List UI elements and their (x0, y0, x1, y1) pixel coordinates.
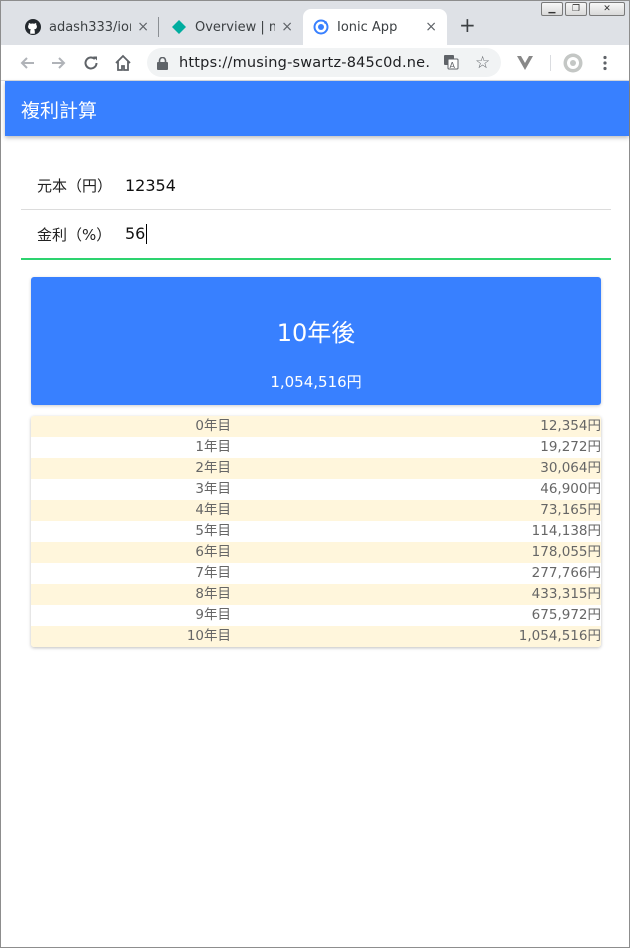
year-cell: 9年目 (195, 607, 231, 623)
new-tab-button[interactable]: + (459, 15, 476, 35)
amount-cell: 12,354円 (540, 418, 601, 434)
amount-cell: 433,315円 (531, 586, 601, 602)
year-cell: 7年目 (195, 565, 231, 581)
amount-cell: 675,972円 (531, 607, 601, 623)
table-row: 0年目 12,354円 (31, 416, 601, 437)
browser-window: ▁ ❐ ✕ adash333/ion × Overview | m × Ioni… (0, 0, 630, 948)
tab-overview[interactable]: Overview | m × (161, 9, 303, 45)
year-cell: 3年目 (195, 481, 231, 497)
year-cell: 5年目 (195, 523, 231, 539)
amount-cell: 73,165円 (540, 502, 601, 518)
tab-strip: ▁ ❐ ✕ adash333/ion × Overview | m × Ioni… (1, 1, 629, 45)
close-icon[interactable]: × (425, 19, 437, 35)
translate-icon[interactable]: A (443, 54, 459, 74)
rate-input-value: 56 (125, 223, 146, 243)
result-card: 10年後 1,054,516円 (31, 277, 601, 405)
star-icon[interactable]: ☆ (475, 53, 490, 73)
table-row: 9年目 675,972円 (31, 605, 601, 626)
year-cell: 4年目 (195, 502, 231, 518)
amount-cell: 1,054,516円 (518, 628, 601, 644)
table-row: 5年目 114,138円 (31, 521, 601, 542)
diamond-icon (171, 19, 187, 35)
year-cell: 1年目 (195, 439, 231, 455)
window-controls: ▁ ❐ ✕ (541, 2, 625, 16)
close-icon[interactable]: × (137, 19, 149, 35)
principal-label: 元本（円） (37, 176, 113, 195)
amount-cell: 19,272円 (540, 439, 601, 455)
text-caret (146, 224, 148, 245)
profile-avatar-icon[interactable] (561, 51, 585, 75)
back-icon[interactable] (15, 51, 39, 75)
tab-label: adash333/ion (49, 19, 132, 35)
github-icon (25, 19, 41, 35)
app-header: 複利計算 (5, 81, 629, 136)
url-text: https://musing-swartz-845c0d.ne… (179, 54, 431, 71)
page-title: 複利計算 (21, 100, 98, 122)
result-title: 10年後 (276, 319, 356, 347)
table-row: 1年目 19,272円 (31, 437, 601, 458)
forward-icon[interactable] (47, 51, 71, 75)
table-row: 6年目 178,055円 (31, 542, 601, 563)
amount-cell: 178,055円 (531, 544, 601, 560)
window-close-button[interactable]: ✕ (589, 2, 625, 16)
year-cell: 10年目 (186, 628, 231, 644)
year-cell: 8年目 (195, 586, 231, 602)
menu-kebab-icon[interactable] (593, 51, 617, 75)
vuejs-devtools-icon[interactable] (513, 51, 537, 75)
table-row: 4年目 73,165円 (31, 500, 601, 521)
toolbar-divider (550, 55, 551, 71)
table-row: 3年目 46,900円 (31, 479, 601, 500)
tab-separator (158, 17, 159, 37)
rate-label: 金利（%） (37, 225, 112, 244)
lock-icon (157, 56, 169, 70)
table-row: 10年目 1,054,516円 (31, 626, 601, 647)
rate-field[interactable]: 金利（%） 56 (21, 210, 611, 260)
yearly-table: 0年目 12,354円 1年目 19,272円 2年目 30,064円 3年目 46,9… (31, 416, 601, 647)
year-cell: 0年目 (195, 418, 231, 434)
amount-cell: 46,900円 (540, 481, 601, 497)
amount-cell: 277,766円 (531, 565, 601, 581)
year-cell: 2年目 (195, 460, 231, 476)
tab-label: Ionic App (337, 19, 398, 35)
table-row: 8年目 433,315円 (31, 584, 601, 605)
year-cell: 6年目 (195, 544, 231, 560)
minimize-button[interactable]: ▁ (541, 2, 563, 16)
rate-input[interactable]: 56 (125, 223, 148, 245)
amount-cell: 114,138円 (531, 523, 601, 539)
tab-github[interactable]: adash333/ion × (15, 9, 159, 45)
address-bar[interactable]: https://musing-swartz-845c0d.ne… A ☆ (147, 48, 501, 77)
restore-button[interactable]: ❐ (565, 2, 587, 16)
reload-icon[interactable] (79, 51, 103, 75)
ionic-icon (313, 19, 329, 35)
principal-input[interactable]: 12354 (125, 176, 176, 195)
tab-ionic-app[interactable]: Ionic App × (303, 9, 447, 45)
tab-label: Overview | m (195, 19, 276, 35)
amount-cell: 30,064円 (540, 460, 601, 476)
principal-field[interactable]: 元本（円） 12354 (21, 161, 611, 210)
close-icon[interactable]: × (281, 19, 293, 35)
svg-text:A: A (450, 61, 456, 70)
result-value: 1,054,516円 (270, 373, 362, 391)
home-icon[interactable] (111, 51, 135, 75)
table-row: 7年目 277,766円 (31, 563, 601, 584)
browser-toolbar: https://musing-swartz-845c0d.ne… A ☆ (1, 45, 629, 81)
table-row: 2年目 30,064円 (31, 458, 601, 479)
